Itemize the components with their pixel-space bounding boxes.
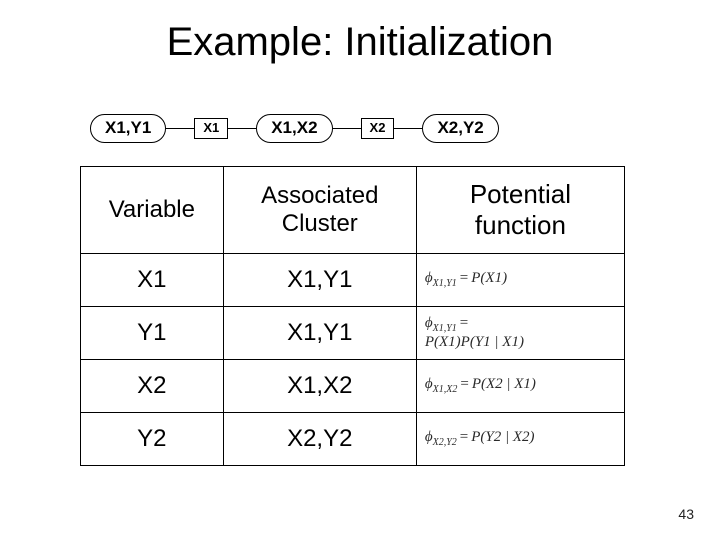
cell-potential-function: ϕX1,X2=P(X2 | X1) (416, 360, 624, 413)
cell-associated-cluster: X1,X2 (223, 360, 416, 413)
table-row: X2X1,X2ϕX1,X2=P(X2 | X1) (81, 360, 625, 413)
cell-associated-cluster: X1,Y1 (223, 307, 416, 360)
cell-variable: Y2 (81, 413, 224, 466)
cell-variable: X1 (81, 254, 224, 307)
cell-potential-function: ϕX2,Y2=P(Y2 | X2) (416, 413, 624, 466)
table-row: Y2X2,Y2ϕX2,Y2=P(Y2 | X2) (81, 413, 625, 466)
cell-potential-function: ϕX1,Y1=P(X1)P(Y1 | X1) (416, 307, 624, 360)
table-row: Y1X1,Y1ϕX1,Y1=P(X1)P(Y1 | X1) (81, 307, 625, 360)
junction-tree-row: X1,Y1 X1 X1,X2 X2 X2,Y2 (90, 108, 630, 148)
cluster-node: X1,Y1 (90, 114, 166, 143)
page-number: 43 (678, 506, 694, 522)
cluster-node: X2,Y2 (422, 114, 498, 143)
cell-associated-cluster: X1,Y1 (223, 254, 416, 307)
cluster-node: X1,X2 (256, 114, 332, 143)
edge-line (394, 128, 422, 129)
cell-associated-cluster: X2,Y2 (223, 413, 416, 466)
cell-variable: Y1 (81, 307, 224, 360)
col-header-associated: Associated Cluster (223, 167, 416, 254)
slide-title: Example: Initialization (0, 20, 720, 65)
edge-line (333, 128, 361, 129)
cell-variable: X2 (81, 360, 224, 413)
separator-node: X2 (361, 118, 395, 139)
cell-potential-function: ϕX1,Y1=P(X1) (416, 254, 624, 307)
col-header-potential: Potential function (416, 167, 624, 254)
initialization-table: Variable Associated Cluster Potential fu… (80, 166, 625, 466)
table-header-row: Variable Associated Cluster Potential fu… (81, 167, 625, 254)
table-body: X1X1,Y1ϕX1,Y1=P(X1)Y1X1,Y1ϕX1,Y1=P(X1)P(… (81, 254, 625, 466)
table-row: X1X1,Y1ϕX1,Y1=P(X1) (81, 254, 625, 307)
separator-node: X1 (194, 118, 228, 139)
edge-line (228, 128, 256, 129)
col-header-variable: Variable (81, 167, 224, 254)
slide: Example: Initialization X1,Y1 X1 X1,X2 X… (0, 0, 720, 540)
edge-line (166, 128, 194, 129)
